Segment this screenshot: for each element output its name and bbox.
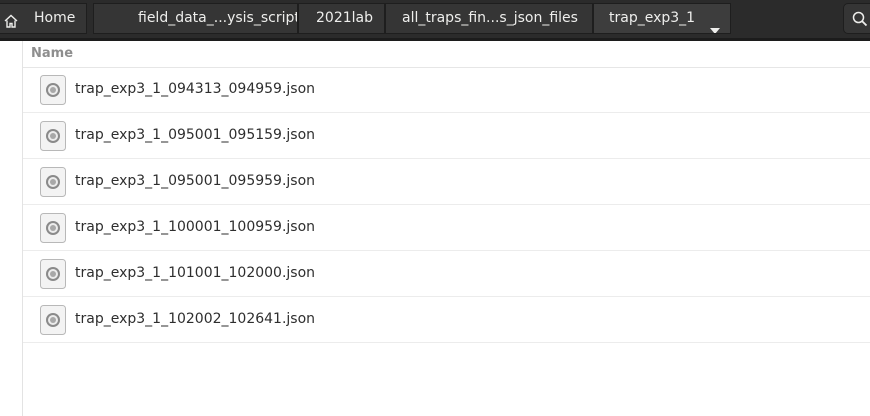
json-file-icon — [40, 305, 66, 339]
file-name: trap_exp3_1_102002_102641.json — [75, 311, 316, 327]
breadcrumb-current-label: trap_exp3_1 — [609, 10, 696, 26]
chevron-down-icon[interactable] — [710, 16, 720, 33]
search-icon — [852, 11, 868, 31]
file-row[interactable]: trap_exp3_1_094313_094959.json — [23, 67, 870, 113]
breadcrumb-home-label: Home — [34, 10, 76, 26]
home-icon — [3, 11, 19, 33]
file-list: trap_exp3_1_094313_094959.json trap_exp3… — [23, 67, 870, 343]
search-button[interactable] — [843, 3, 870, 34]
json-file-icon — [40, 259, 66, 293]
breadcrumb-item-label: 2021lab — [316, 10, 373, 26]
breadcrumb-current[interactable]: trap_exp3_1 — [593, 3, 731, 34]
breadcrumb-home[interactable]: Home — [0, 3, 87, 34]
file-name: trap_exp3_1_094313_094959.json — [75, 81, 316, 97]
json-file-icon — [40, 75, 66, 109]
sidebar-edge — [0, 41, 23, 416]
file-name: trap_exp3_1_101001_102000.json — [75, 265, 316, 281]
file-name: trap_exp3_1_100001_100959.json — [75, 219, 316, 235]
path-bar: Home field_data_...ysis_scripts 2021lab … — [0, 0, 870, 41]
column-header-name[interactable]: Name — [31, 46, 73, 61]
breadcrumb-item[interactable]: 2021lab — [298, 3, 385, 34]
file-row[interactable]: trap_exp3_1_101001_102000.json — [23, 251, 870, 297]
file-manager-window: Home field_data_...ysis_scripts 2021lab … — [0, 0, 870, 416]
json-file-icon — [40, 213, 66, 247]
json-file-icon — [40, 121, 66, 155]
file-row[interactable]: trap_exp3_1_095001_095959.json — [23, 159, 870, 205]
list-header: Name — [23, 41, 870, 68]
breadcrumb-item[interactable]: all_traps_fin...s_json_files — [385, 3, 593, 34]
breadcrumb-item-label: field_data_...ysis_scripts — [138, 10, 298, 26]
file-row[interactable]: trap_exp3_1_100001_100959.json — [23, 205, 870, 251]
file-row[interactable]: trap_exp3_1_102002_102641.json — [23, 297, 870, 343]
breadcrumb-item[interactable]: field_data_...ysis_scripts — [93, 3, 298, 34]
file-row[interactable]: trap_exp3_1_095001_095159.json — [23, 113, 870, 159]
breadcrumb-item-label: all_traps_fin...s_json_files — [402, 10, 578, 26]
file-name: trap_exp3_1_095001_095959.json — [75, 173, 316, 189]
json-file-icon — [40, 167, 66, 201]
file-name: trap_exp3_1_095001_095159.json — [75, 127, 316, 143]
